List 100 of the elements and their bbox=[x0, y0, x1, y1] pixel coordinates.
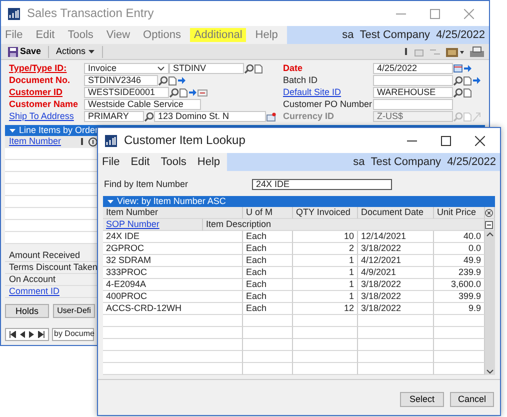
info-icon[interactable] bbox=[88, 137, 98, 147]
maximize-icon[interactable] bbox=[441, 136, 451, 146]
window-button[interactable]: Holds bbox=[5, 304, 49, 318]
user-date: 4/25/2022 bbox=[436, 28, 485, 42]
field-label-link[interactable]: Default Site ID bbox=[283, 88, 373, 98]
table-cell: 49.9 bbox=[434, 255, 485, 267]
input-field[interactable]: STDINV bbox=[169, 63, 244, 74]
input-field[interactable]: PRIMARY bbox=[84, 111, 144, 122]
mail-icon[interactable] bbox=[266, 112, 276, 122]
type-dropdown[interactable]: Invoice bbox=[84, 63, 169, 74]
field-label: Date bbox=[283, 64, 304, 74]
column-header-link[interactable]: Item Number bbox=[9, 137, 62, 147]
table-cell: 400PROC bbox=[103, 291, 243, 303]
field-label-link[interactable]: Type/Type ID: bbox=[9, 64, 84, 74]
table-cell bbox=[434, 327, 485, 339]
actions-button[interactable]: Actions bbox=[53, 46, 98, 56]
search-field[interactable]: 24X IDE bbox=[252, 179, 392, 190]
calendar-icon[interactable] bbox=[453, 64, 463, 73]
table-cell: 1 bbox=[293, 291, 358, 303]
table-cell: Each bbox=[243, 303, 293, 315]
menu-item[interactable]: View bbox=[102, 28, 134, 42]
table-cell: 40.0 bbox=[434, 231, 485, 243]
menu-item[interactable]: Edit bbox=[32, 28, 59, 42]
money-icon[interactable] bbox=[445, 46, 465, 58]
previous-icon[interactable] bbox=[20, 331, 25, 338]
menu-item[interactable]: Edit bbox=[126, 154, 154, 170]
table-cell bbox=[434, 351, 485, 363]
table-cell: 1 bbox=[293, 267, 358, 279]
field-label-link[interactable]: Ship To Address bbox=[9, 112, 84, 122]
menu-item[interactable]: Tools bbox=[64, 28, 98, 42]
last-icon[interactable] bbox=[38, 331, 45, 338]
search-icon[interactable] bbox=[244, 64, 254, 74]
record-navigator[interactable] bbox=[5, 328, 49, 341]
scrollbar[interactable] bbox=[485, 231, 495, 375]
table-cell: 2GPROC bbox=[103, 243, 243, 255]
table-cell: 333PROC bbox=[103, 267, 243, 279]
search-icon[interactable] bbox=[453, 88, 463, 98]
save-button[interactable]: Save bbox=[5, 46, 44, 56]
table-cell bbox=[293, 327, 358, 339]
window-button[interactable]: User-Defi bbox=[53, 304, 95, 318]
search-icon[interactable] bbox=[144, 112, 154, 122]
table-cell: 4/12/2021 bbox=[358, 255, 434, 267]
search-icon[interactable] bbox=[158, 76, 168, 86]
table-cell: Each bbox=[243, 291, 293, 303]
caret-icon[interactable] bbox=[88, 48, 95, 54]
table-cell bbox=[434, 363, 485, 375]
menu-item[interactable]: Tools bbox=[156, 154, 190, 170]
input-field[interactable] bbox=[373, 99, 453, 110]
menu-item[interactable]: File bbox=[98, 154, 124, 170]
input-field[interactable]: STDINV2346 bbox=[84, 75, 158, 86]
table-cell: 9.9 bbox=[434, 303, 485, 315]
column-header-link[interactable]: SOP Number bbox=[103, 219, 203, 231]
input-field[interactable]: WAREHOUSE bbox=[373, 87, 453, 98]
input-field[interactable]: 123 Domino St. N bbox=[154, 111, 266, 122]
table-cell: 3,600.0 bbox=[434, 279, 485, 291]
field-label: Terms Discount Taken bbox=[9, 262, 98, 272]
table-cell: 3/18/2022 bbox=[358, 243, 434, 255]
app-icon bbox=[104, 134, 118, 148]
dialog-button[interactable]: Cancel bbox=[450, 392, 494, 407]
paperclip-icon[interactable] bbox=[79, 137, 86, 147]
table-cell bbox=[293, 363, 358, 375]
window-title: Customer Item Lookup bbox=[124, 134, 246, 148]
window-title: Sales Transaction Entry bbox=[27, 6, 155, 20]
close-icon[interactable] bbox=[475, 136, 485, 146]
menu-item[interactable]: File bbox=[1, 28, 27, 42]
input-field[interactable]: Westside Cable Service bbox=[84, 99, 201, 110]
input-field[interactable] bbox=[373, 75, 453, 86]
sort-dropdown[interactable]: by Docume bbox=[52, 328, 94, 341]
search-icon[interactable] bbox=[453, 76, 463, 86]
first-icon[interactable] bbox=[9, 331, 16, 338]
note-icon[interactable] bbox=[254, 64, 263, 74]
input-field[interactable]: Z-US$ bbox=[373, 111, 453, 122]
caret-icon[interactable] bbox=[9, 128, 16, 133]
menu-item[interactable]: Options bbox=[139, 28, 185, 42]
field-label-link[interactable]: Comment ID bbox=[9, 286, 60, 296]
table-cell: 12 bbox=[293, 303, 358, 315]
column-header: QTY Invoiced bbox=[293, 207, 358, 219]
menu-item[interactable]: Additional bbox=[190, 28, 246, 42]
input-field[interactable]: WESTSIDE0001 bbox=[84, 87, 169, 98]
menu-item[interactable]: Help bbox=[251, 28, 282, 42]
paperclip-icon[interactable] bbox=[403, 46, 409, 56]
field-label-link[interactable]: Customer ID bbox=[9, 88, 84, 98]
collapse-icon[interactable] bbox=[485, 220, 493, 228]
table-cell: 1 bbox=[293, 279, 358, 291]
card-icon[interactable] bbox=[197, 88, 208, 98]
scroll-down-icon[interactable] bbox=[486, 369, 494, 375]
caret-icon[interactable] bbox=[107, 199, 114, 204]
input-field[interactable]: 4/25/2022 bbox=[373, 63, 453, 74]
printer-icon[interactable] bbox=[469, 46, 485, 58]
section-title: View: by Item Number ASC bbox=[117, 196, 226, 206]
remove-icon[interactable] bbox=[485, 208, 493, 216]
menu-item[interactable]: Help bbox=[193, 154, 224, 170]
table-cell bbox=[293, 351, 358, 363]
next-icon[interactable] bbox=[29, 331, 34, 338]
table-cell bbox=[293, 339, 358, 351]
scroll-up-icon[interactable] bbox=[486, 231, 494, 237]
dialog-button[interactable]: Select bbox=[400, 392, 444, 407]
search-icon[interactable] bbox=[169, 88, 179, 98]
field-label: Batch ID bbox=[283, 76, 319, 86]
table-cell bbox=[243, 315, 293, 327]
